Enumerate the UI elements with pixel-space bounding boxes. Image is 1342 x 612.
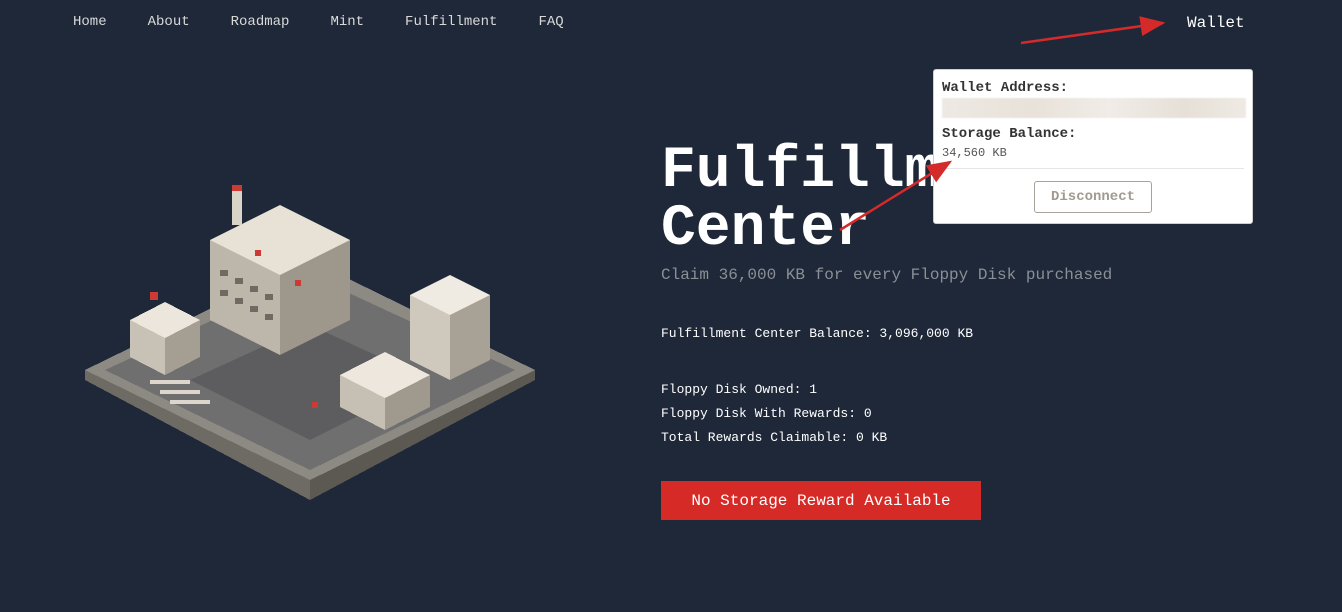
- arrow-to-balance: [839, 160, 953, 232]
- arrow-to-wallet: [1020, 16, 1166, 45]
- annotation-arrows: [839, 16, 1166, 232]
